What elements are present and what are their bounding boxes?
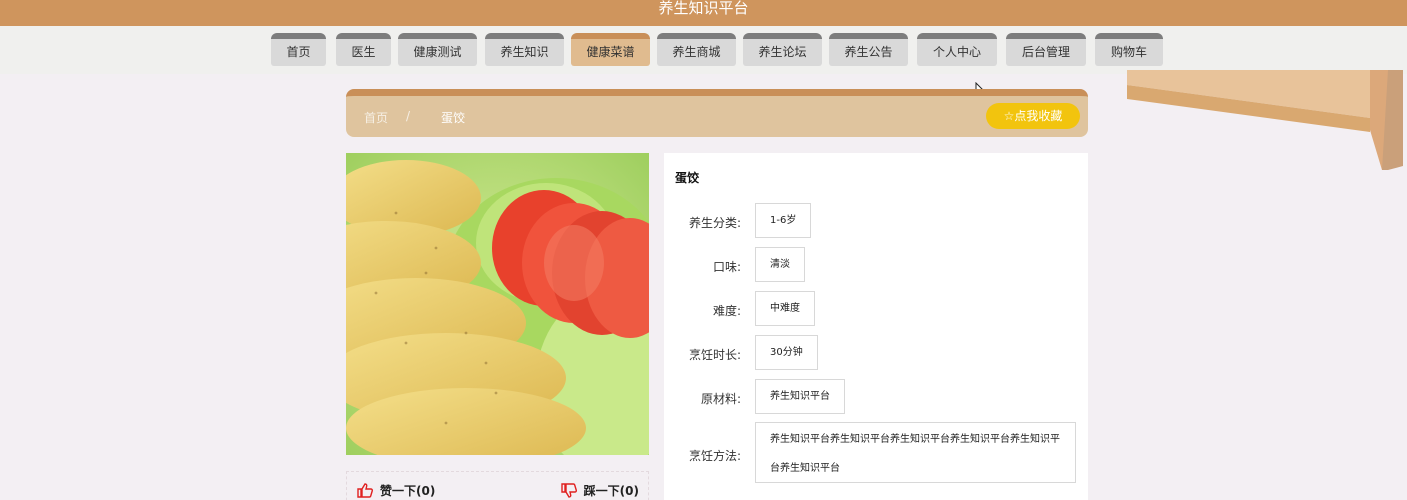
breadcrumb-current: 蛋饺 <box>441 111 466 125</box>
breadcrumb-separator: / <box>406 109 411 123</box>
star-icon: ☆ <box>1003 109 1015 123</box>
nav-item-shop[interactable]: 养生商城 <box>657 33 736 66</box>
method-value: 养生知识平台养生知识平台养生知识平台养生知识平台养生知识平台养生知识平台 <box>755 422 1076 483</box>
taste-label: 口味: <box>712 260 741 274</box>
recipe-detail-panel: 蛋饺 养生分类: 1-6岁 口味: 清淡 难度: 中难度 烹饪时长: 30分钟 … <box>664 153 1088 500</box>
difficulty-label: 难度: <box>712 304 741 318</box>
dislike-button[interactable]: 踩一下(0) <box>560 482 639 499</box>
favorite-button-label: 点我收藏 <box>1014 109 1063 123</box>
nav-item-admin[interactable]: 后台管理 <box>1006 33 1086 66</box>
nav-item-health-test[interactable]: 健康测试 <box>398 33 477 66</box>
site-title: 养生知识平台 <box>658 0 749 17</box>
cook-time-label: 烹饪时长: <box>688 348 741 362</box>
taste-value: 清淡 <box>755 247 805 282</box>
dislike-count: 踩一下(0) <box>583 484 639 498</box>
nav-item-health-knowledge[interactable]: 养生知识 <box>485 33 564 66</box>
nav-item-doctor[interactable]: 医生 <box>336 33 391 66</box>
like-count: 赞一下(0) <box>380 484 436 498</box>
vote-bar: 赞一下(0) 踩一下(0) <box>346 471 649 500</box>
nav-item-home[interactable]: 首页 <box>271 33 326 66</box>
nav-item-personal-center[interactable]: 个人中心 <box>917 33 997 66</box>
thumbs-up-icon <box>357 483 373 498</box>
nav-item-cart[interactable]: 购物车 <box>1095 33 1163 66</box>
decorative-corner <box>1127 70 1403 170</box>
site-header: 养生知识平台 <box>0 0 1407 26</box>
nav-item-healthy-recipes[interactable]: 健康菜谱 <box>571 33 650 66</box>
like-button[interactable]: 赞一下(0) <box>357 482 435 499</box>
ingredients-label: 原材料: <box>700 392 741 406</box>
breadcrumb-home[interactable]: 首页 <box>364 109 388 126</box>
method-label: 烹饪方法: <box>688 449 741 463</box>
nav-item-forum[interactable]: 养生论坛 <box>743 33 822 66</box>
category-label: 养生分类: <box>688 216 741 230</box>
nav-item-announcements[interactable]: 养生公告 <box>829 33 908 66</box>
thumbs-down-icon <box>560 483 577 498</box>
recipe-title: 蛋饺 <box>675 171 700 185</box>
main-nav: 首页 医生 健康测试 养生知识 健康菜谱 养生商城 养生论坛 养生公告 个人中心 后台管理 购物车 <box>0 26 1407 74</box>
category-value: 1-6岁 <box>755 203 812 238</box>
recipe-image <box>346 153 649 455</box>
favorite-button[interactable]: ☆点我收藏 <box>986 103 1080 129</box>
cook-time-value: 30分钟 <box>755 335 818 370</box>
ingredients-value: 养生知识平台 <box>755 379 845 414</box>
difficulty-value: 中难度 <box>755 291 815 326</box>
breadcrumb: 首页 / 蛋饺 ☆点我收藏 <box>346 89 1088 137</box>
